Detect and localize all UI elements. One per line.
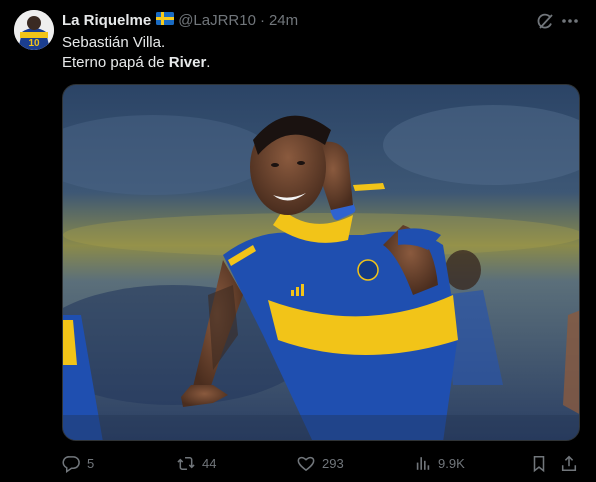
more-options-icon[interactable] [560,11,580,31]
avatar-number: 10 [28,38,40,49]
bookmark-button[interactable] [530,452,548,474]
like-button[interactable]: 293 [296,452,344,474]
tweet-line-2: Eterno papá de River. [62,54,211,71]
separator-dot: · [259,11,265,29]
reply-button[interactable]: 5 [62,452,94,474]
tweet-photo[interactable] [62,84,580,441]
grok-icon[interactable] [535,11,555,31]
views-button[interactable]: 9.9K [414,452,465,474]
retweet-count: 44 [202,455,217,471]
views-count: 9.9K [438,455,465,471]
tweet-header: La Riquelme @LaJRR10 · 24m [62,9,298,31]
retweet-icon [177,456,195,470]
tweet-text: Sebastián Villa. Eterno papá de River. [62,33,210,73]
author-handle[interactable]: @LaJRR10 [178,12,256,29]
retweet-button[interactable]: 44 [176,452,216,474]
tweet-line-1: Sebastián Villa. [62,34,166,51]
heart-icon [297,456,315,471]
analytics-icon [416,456,430,470]
bookmark-icon [533,455,545,472]
share-button[interactable] [560,452,578,474]
author-display-name[interactable]: La Riquelme [62,12,151,29]
sweden-flag-icon [156,11,175,29]
football-player-photo [63,85,579,440]
avatar-image: 10 [14,10,54,50]
share-icon [561,455,577,471]
avatar[interactable]: 10 [14,10,54,50]
tweet-actions: 5 44 293 9.9K [62,452,580,474]
like-count: 293 [322,455,344,471]
tweet[interactable]: 10 La Riquelme @LaJRR10 · 24m Sebastián … [0,0,596,482]
reply-count: 5 [87,455,95,471]
reply-icon [62,455,80,473]
tweet-timestamp[interactable]: 24m [269,12,298,29]
tweet-bold-word: River [168,54,207,71]
